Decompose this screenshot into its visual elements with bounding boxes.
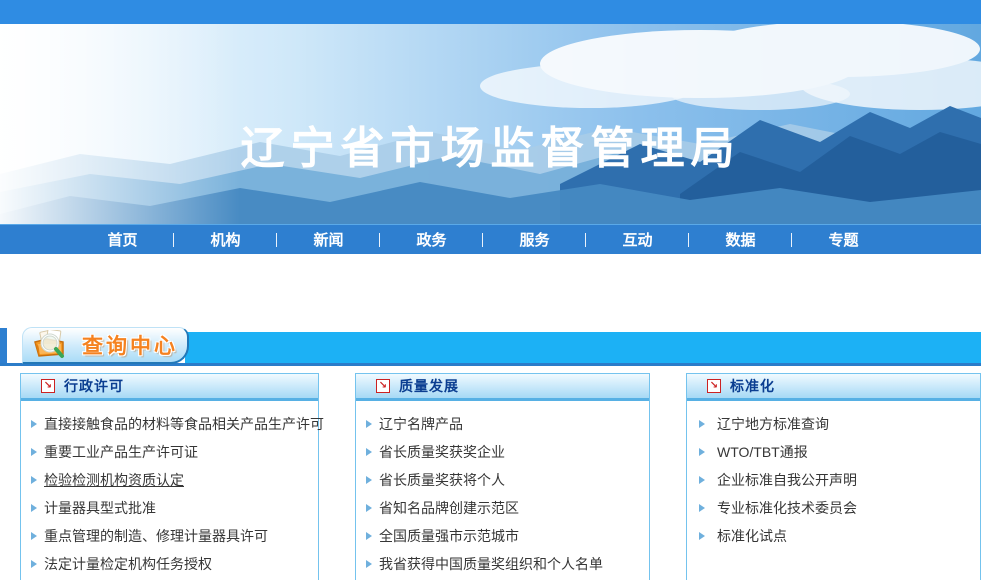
- link-label: 直接接触食品的材料等食品相关产品生产许可: [44, 414, 324, 434]
- triangle-bullet-icon: [699, 420, 705, 428]
- nav-item-news[interactable]: 新闻: [277, 225, 380, 254]
- list-item[interactable]: 辽宁名牌产品: [366, 410, 643, 438]
- list-item[interactable]: 企业标准自我公开声明: [699, 466, 974, 494]
- section-header: ↘ 标准化: [687, 374, 980, 401]
- link-label: 企业标准自我公开声明: [717, 470, 857, 490]
- link-label: 省知名品牌创建示范区: [379, 498, 519, 518]
- list-item[interactable]: 计量器具型式批准: [31, 494, 312, 522]
- nav-item-agency[interactable]: 机构: [174, 225, 277, 254]
- section-title: 行政许可: [64, 376, 124, 396]
- triangle-bullet-icon: [366, 532, 372, 540]
- triangle-bullet-icon: [31, 448, 37, 456]
- list-item[interactable]: 标准化试点: [699, 522, 974, 550]
- nav-item-gov[interactable]: 政务: [380, 225, 483, 254]
- section-header: ↘ 行政许可: [21, 374, 318, 401]
- nav-item-service[interactable]: 服务: [483, 225, 586, 254]
- link-label: 法定计量检定机构任务授权: [44, 554, 212, 574]
- list-item[interactable]: 辽宁地方标准查询: [699, 410, 974, 438]
- link-label: 重点管理的制造、修理计量器具许可: [44, 526, 268, 546]
- header-banner: 辽宁省市场监督管理局: [0, 24, 981, 224]
- link-label: 我省获得中国质量奖组织和个人名单: [379, 554, 603, 574]
- link-label: 省长质量奖获将个人: [379, 470, 505, 490]
- link-label: 辽宁地方标准查询: [717, 414, 829, 434]
- top-bar: [0, 0, 981, 24]
- triangle-bullet-icon: [366, 560, 372, 568]
- query-center-label: 查询中心: [82, 330, 178, 360]
- list-item[interactable]: 检验检测机构资质认定: [31, 466, 312, 494]
- link-label: 全国质量强市示范城市: [379, 526, 519, 546]
- nav-item-data[interactable]: 数据: [689, 225, 792, 254]
- page-root: 辽宁省市场监督管理局 首页 机构 新闻 政务 服务 互动 数据 专题: [0, 0, 981, 580]
- query-center-strip: [185, 332, 981, 363]
- link-label: 专业标准化技术委员会: [717, 498, 857, 518]
- nav-item-home[interactable]: 首页: [71, 225, 174, 254]
- list-item[interactable]: 全国质量强市示范城市: [366, 522, 643, 550]
- link-label: 检验检测机构资质认定: [44, 470, 184, 490]
- query-strip-left-notch: [0, 328, 7, 363]
- link-label: WTO/TBT通报: [717, 442, 808, 462]
- section-admin-licensing: ↘ 行政许可 直接接触食品的材料等食品相关产品生产许可 重要工业产品生产许可证 …: [20, 373, 319, 580]
- list-item[interactable]: 重要工业产品生产许可证: [31, 438, 312, 466]
- folder-magnifier-icon: [33, 330, 75, 360]
- list-item[interactable]: 我省获得中国质量奖组织和个人名单: [366, 550, 643, 578]
- triangle-bullet-icon: [31, 476, 37, 484]
- nav-item-interact[interactable]: 互动: [586, 225, 689, 254]
- triangle-bullet-icon: [366, 504, 372, 512]
- link-label: 标准化试点: [717, 526, 787, 546]
- list-item[interactable]: WTO/TBT通报: [699, 438, 974, 466]
- triangle-bullet-icon: [699, 504, 705, 512]
- section-quality-development: ↘ 质量发展 辽宁名牌产品 省长质量奖获奖企业 省长质量奖获将个人 省知名品牌创…: [355, 373, 650, 580]
- main-nav: 首页 机构 新闻 政务 服务 互动 数据 专题: [0, 224, 981, 254]
- triangle-bullet-icon: [31, 532, 37, 540]
- triangle-bullet-icon: [366, 420, 372, 428]
- list-item[interactable]: 省长质量奖获奖企业: [366, 438, 643, 466]
- red-arrow-box-icon: ↘: [376, 379, 390, 393]
- section-standardization: ↘ 标准化 辽宁地方标准查询 WTO/TBT通报 企业标准自我公开声明 专业标准…: [686, 373, 981, 580]
- link-label: 重要工业产品生产许可证: [44, 442, 198, 462]
- list-item[interactable]: 专业标准化技术委员会: [699, 494, 974, 522]
- list-item[interactable]: 省知名品牌创建示范区: [366, 494, 643, 522]
- triangle-bullet-icon: [366, 476, 372, 484]
- list-item[interactable]: 法定计量检定机构任务授权: [31, 550, 312, 578]
- triangle-bullet-icon: [31, 420, 37, 428]
- triangle-bullet-icon: [366, 448, 372, 456]
- list-item[interactable]: 直接接触食品的材料等食品相关产品生产许可: [31, 410, 312, 438]
- triangle-bullet-icon: [699, 532, 705, 540]
- nav-item-special[interactable]: 专题: [792, 225, 895, 254]
- link-label: 辽宁名牌产品: [379, 414, 463, 434]
- link-label: 省长质量奖获奖企业: [379, 442, 505, 462]
- list-item[interactable]: 省长质量奖获将个人: [366, 466, 643, 494]
- triangle-bullet-icon: [31, 560, 37, 568]
- site-title: 辽宁省市场监督管理局: [0, 112, 981, 176]
- section-header: ↘ 质量发展: [356, 374, 649, 401]
- red-arrow-box-icon: ↘: [707, 379, 721, 393]
- list-item[interactable]: 重点管理的制造、修理计量器具许可: [31, 522, 312, 550]
- red-arrow-box-icon: ↘: [41, 379, 55, 393]
- section-title: 质量发展: [399, 376, 459, 396]
- triangle-bullet-icon: [699, 448, 705, 456]
- link-label: 计量器具型式批准: [44, 498, 156, 518]
- section-title: 标准化: [730, 376, 775, 396]
- triangle-bullet-icon: [31, 504, 37, 512]
- triangle-bullet-icon: [699, 476, 705, 484]
- query-center-tab[interactable]: 查询中心: [22, 327, 189, 364]
